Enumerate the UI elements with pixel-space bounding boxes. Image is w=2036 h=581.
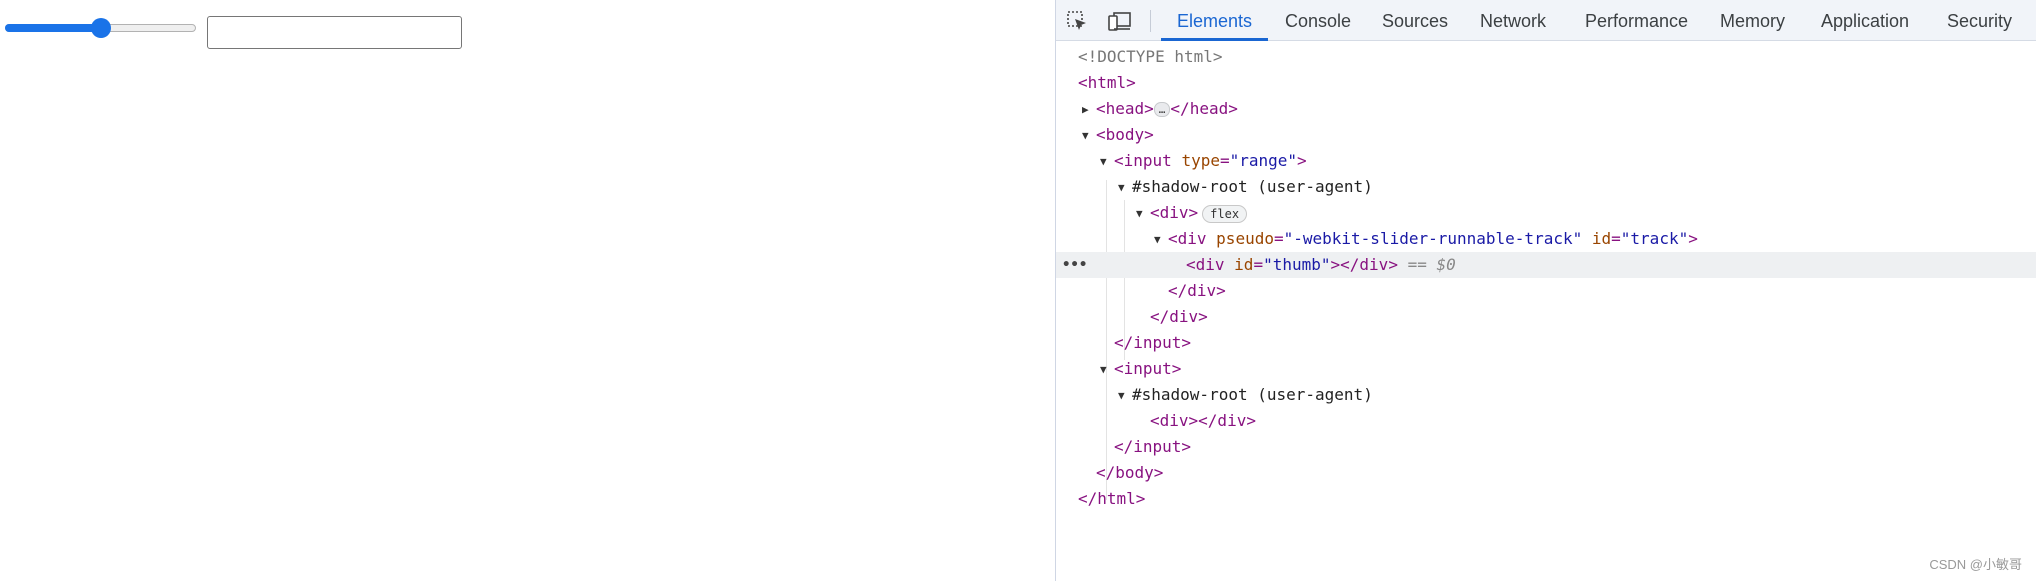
dom-node-doctype[interactable]: <!DOCTYPE html>: [1056, 44, 2036, 70]
collapse-triangle-icon[interactable]: ▼: [1136, 201, 1150, 227]
collapse-triangle-icon[interactable]: ▼: [1100, 357, 1114, 383]
attr-value: "-webkit-slider-runnable-track": [1283, 229, 1583, 248]
attr-name: pseudo: [1216, 229, 1274, 248]
attr-value: "thumb": [1263, 255, 1331, 274]
expand-triangle-icon[interactable]: ▶: [1082, 97, 1096, 123]
div-close-tag: </div>: [1168, 281, 1226, 300]
dom-node-body[interactable]: ▼ <body>: [1056, 122, 2036, 148]
text-input[interactable]: [207, 16, 462, 49]
dom-node-div-close[interactable]: </div>: [1056, 304, 2036, 330]
body-open-tag: <body>: [1096, 125, 1154, 144]
collapse-triangle-icon[interactable]: ▼: [1154, 227, 1168, 253]
devtools-toolbar: Elements Console Sources Network Perform…: [1056, 0, 2036, 41]
div-open-tag: <div: [1168, 229, 1207, 248]
input-open-tag: <input>: [1114, 359, 1182, 378]
tab-security[interactable]: Security: [1947, 0, 2012, 40]
shadow-root-label: #shadow-root (user-agent): [1132, 177, 1373, 196]
tab-elements[interactable]: Elements: [1160, 0, 1269, 41]
collapse-triangle-icon[interactable]: ▼: [1100, 149, 1114, 175]
dom-node-input-range[interactable]: ▼ <input type="range">: [1056, 148, 2036, 174]
tab-sources[interactable]: Sources: [1382, 0, 1448, 40]
page-viewport: [0, 0, 1055, 581]
dom-node-input-close[interactable]: </input>: [1056, 434, 2036, 460]
html-open-tag: <html>: [1078, 73, 1136, 92]
tab-performance[interactable]: Performance: [1585, 0, 1688, 40]
tab-network[interactable]: Network: [1480, 0, 1546, 40]
more-actions-icon[interactable]: •••: [1062, 252, 1087, 278]
dom-node-thumb-selected[interactable]: ••• <div id="thumb"></div> == $0: [1056, 252, 2036, 278]
dom-tree: <!DOCTYPE html> <html> ▶ <head>… </head> ▼…: [1056, 44, 2036, 512]
shadow-root-label: #shadow-root (user-agent): [1132, 385, 1373, 404]
head-close-tag: </head>: [1170, 99, 1238, 118]
tab-memory[interactable]: Memory: [1720, 0, 1785, 40]
dom-node-track-close[interactable]: </div>: [1056, 278, 2036, 304]
slider-thumb[interactable]: [90, 18, 111, 38]
dom-node-html-close[interactable]: </html>: [1056, 486, 2036, 512]
tab-application[interactable]: Application: [1821, 0, 1909, 40]
dom-node-div-flex[interactable]: ▼ <div> flex: [1056, 200, 2036, 226]
body-close-tag: </body>: [1096, 463, 1164, 482]
attr-name: id: [1234, 255, 1254, 274]
dom-node-empty-div[interactable]: <div></div>: [1056, 408, 2036, 434]
attr-name: type: [1181, 151, 1220, 170]
dom-node-input-close[interactable]: </input>: [1056, 330, 2036, 356]
attr-name: id: [1591, 229, 1612, 248]
attr-value: "track": [1620, 229, 1689, 248]
selected-node-marker: == $0: [1407, 255, 1456, 274]
attr-value: "range": [1229, 151, 1298, 170]
dom-node-track[interactable]: ▼ <div pseudo="-webkit-slider-runnable-tr…: [1056, 226, 2036, 252]
range-slider[interactable]: [5, 18, 196, 38]
dom-node-body-close[interactable]: </body>: [1056, 460, 2036, 486]
watermark: CSDN @小敏哥: [1929, 557, 2022, 572]
devtools-panel: Elements Console Sources Network Perform…: [1055, 0, 2036, 581]
device-toolbar-icon[interactable]: [1108, 10, 1132, 32]
tab-console[interactable]: Console: [1285, 0, 1351, 40]
dom-node-shadow-root[interactable]: ▼ #shadow-root (user-agent): [1056, 174, 2036, 200]
slider-fill: [5, 24, 101, 32]
head-open-tag: <head>: [1096, 99, 1154, 118]
input-close-tag: </input>: [1114, 333, 1192, 352]
dom-node-input-text[interactable]: ▼ <input>: [1056, 356, 2036, 382]
input-close-tag: </input>: [1114, 437, 1192, 456]
doctype-text: <!DOCTYPE html>: [1078, 47, 1223, 66]
empty-div-tag: <div></div>: [1150, 411, 1256, 430]
div-open-tag: <div>: [1150, 203, 1199, 222]
input-open-tag: <input: [1114, 151, 1172, 170]
dom-node-shadow-root[interactable]: ▼ #shadow-root (user-agent): [1056, 382, 2036, 408]
html-close-tag: </html>: [1078, 489, 1146, 508]
collapse-triangle-icon[interactable]: ▼: [1118, 383, 1132, 409]
collapse-triangle-icon[interactable]: ▼: [1082, 123, 1096, 149]
dom-node-head[interactable]: ▶ <head>… </head>: [1056, 96, 2036, 122]
ellipsis-badge[interactable]: …: [1153, 102, 1171, 117]
inspect-element-icon[interactable]: [1066, 10, 1090, 32]
div-close-tag: </div>: [1150, 307, 1208, 326]
toolbar-separator: [1150, 10, 1151, 32]
dom-node-html[interactable]: <html>: [1056, 70, 2036, 96]
collapse-triangle-icon[interactable]: ▼: [1118, 175, 1132, 201]
flex-badge[interactable]: flex: [1202, 204, 1248, 223]
